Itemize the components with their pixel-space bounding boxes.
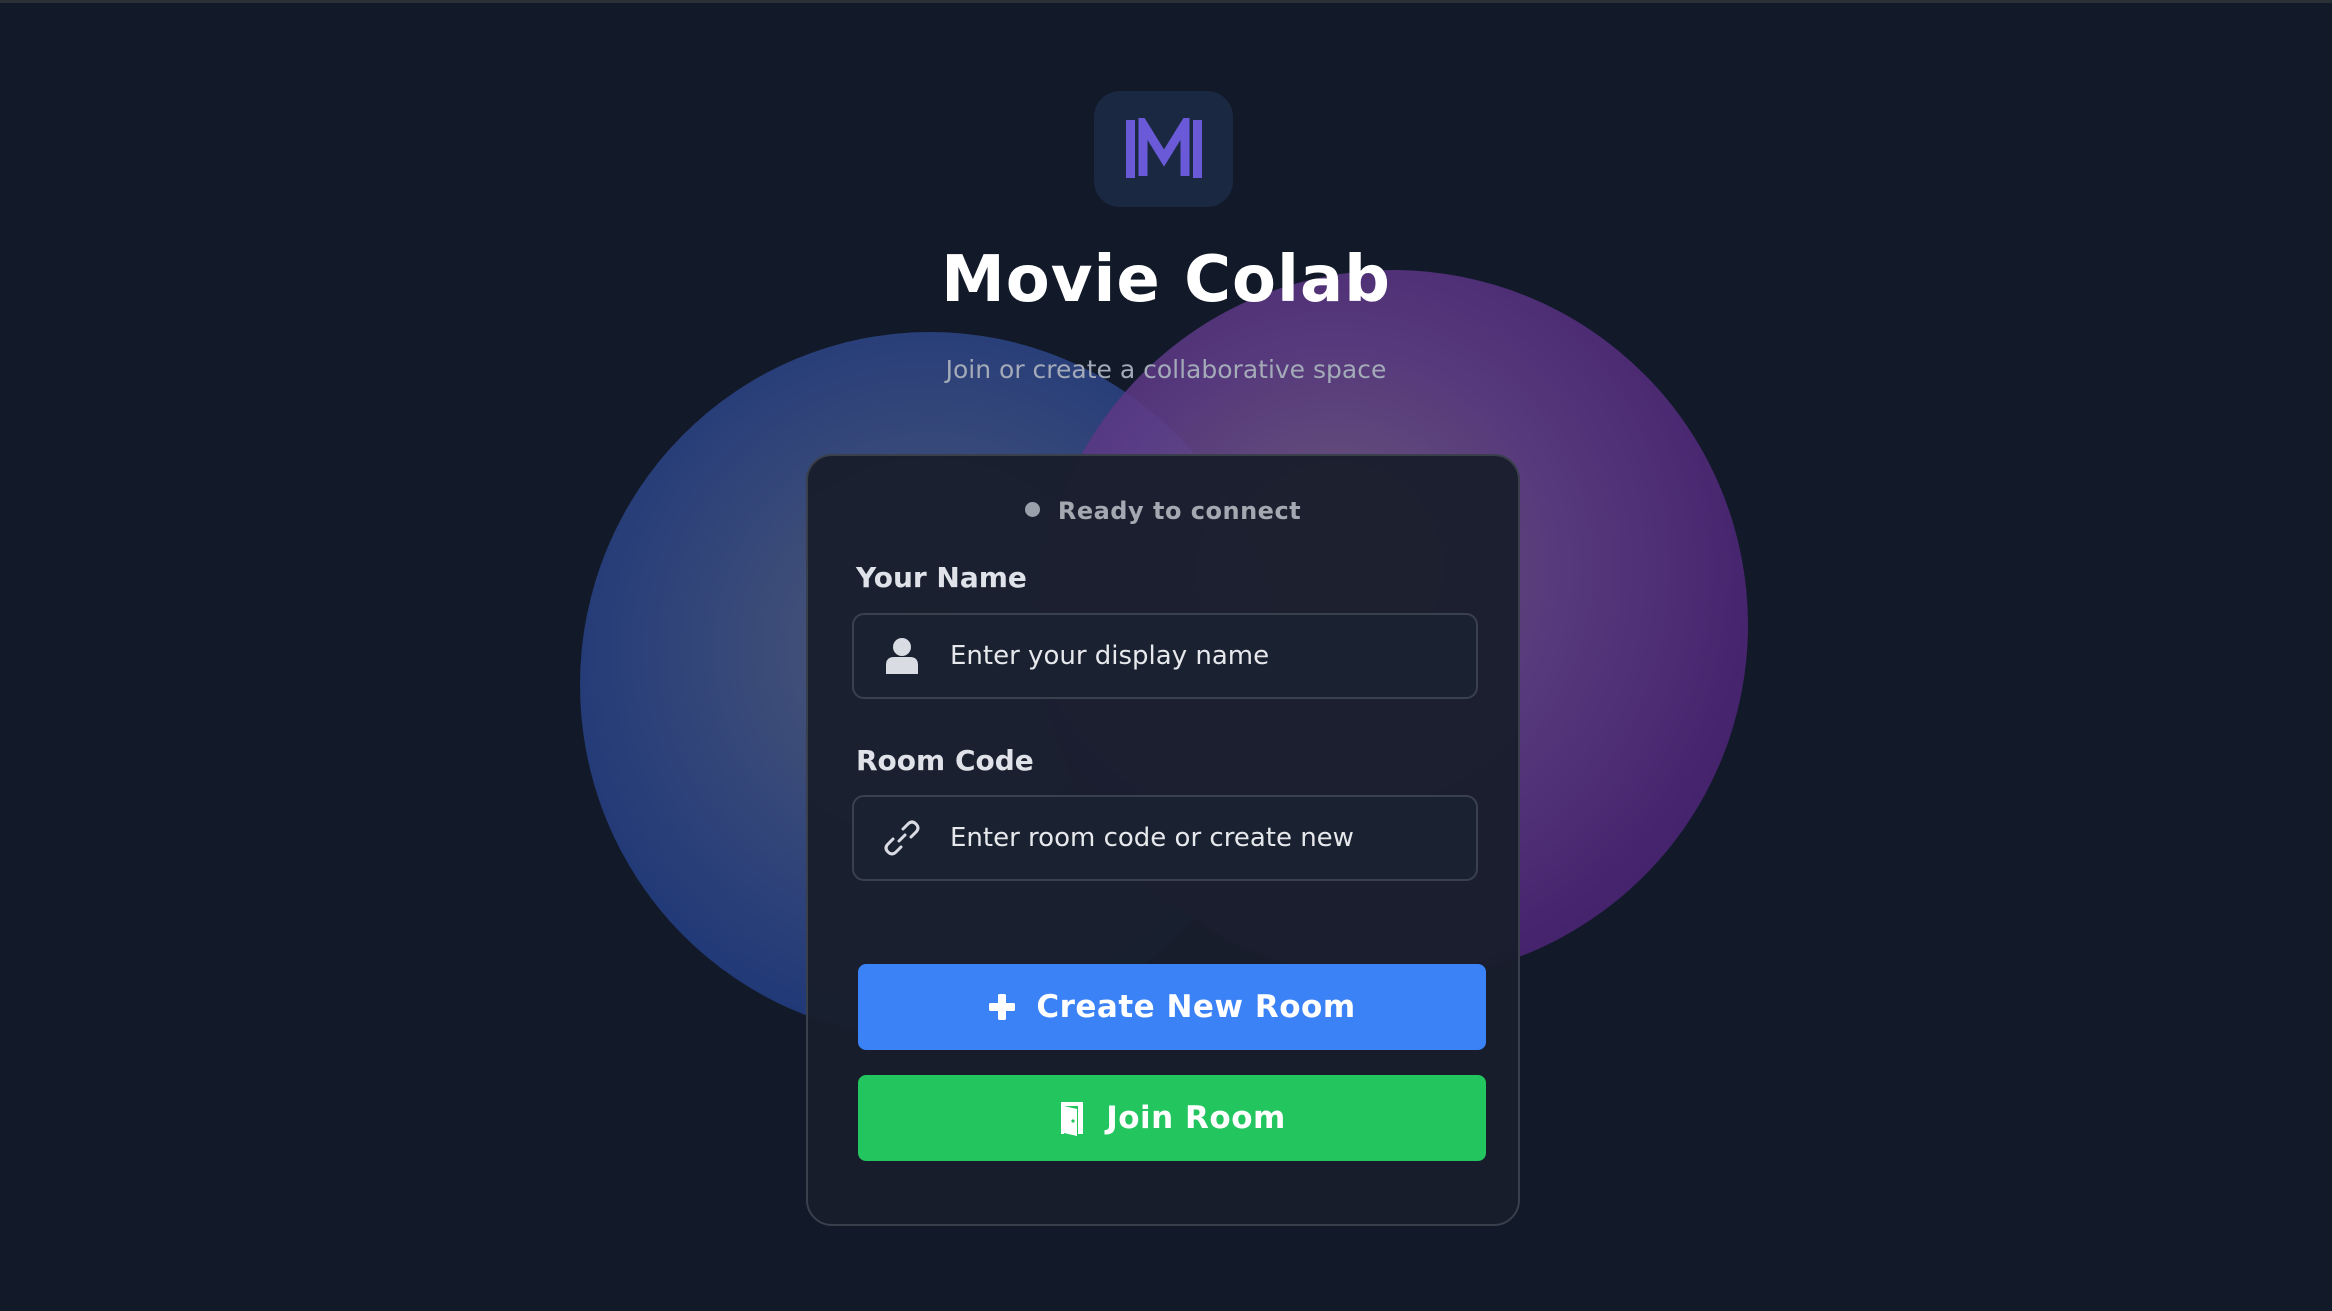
movie-colab-logo-icon: [1125, 118, 1202, 178]
user-icon: [854, 615, 950, 697]
create-room-label: Create New Room: [1036, 989, 1356, 1025]
link-icon: [854, 797, 950, 879]
plus-icon: [988, 993, 1016, 1021]
app-title: Movie Colab: [941, 243, 1391, 317]
status-text: Ready to connect: [1057, 497, 1302, 525]
room-code-input[interactable]: [950, 797, 1476, 879]
app-logo: [1094, 91, 1233, 207]
door-icon: [1058, 1100, 1086, 1136]
join-room-label: Join Room: [1106, 1100, 1286, 1136]
connection-status: Ready to connect: [808, 497, 1518, 525]
status-dot-icon: [1024, 502, 1040, 517]
room-code-field[interactable]: [852, 795, 1478, 881]
room-card: Ready to connect Your Name Room Code: [806, 454, 1520, 1226]
name-label: Your Name: [856, 561, 1027, 594]
app-subtitle: Join or create a collaborative space: [945, 355, 1387, 384]
login-page: Movie Colab Join or create a collaborati…: [0, 0, 2332, 1311]
create-room-button[interactable]: Create New Room: [858, 964, 1486, 1050]
name-field[interactable]: [852, 613, 1478, 699]
window-top-border: [0, 0, 2332, 3]
join-room-button[interactable]: Join Room: [858, 1075, 1486, 1161]
name-input[interactable]: [950, 615, 1476, 697]
room-code-label: Room Code: [856, 744, 1034, 777]
